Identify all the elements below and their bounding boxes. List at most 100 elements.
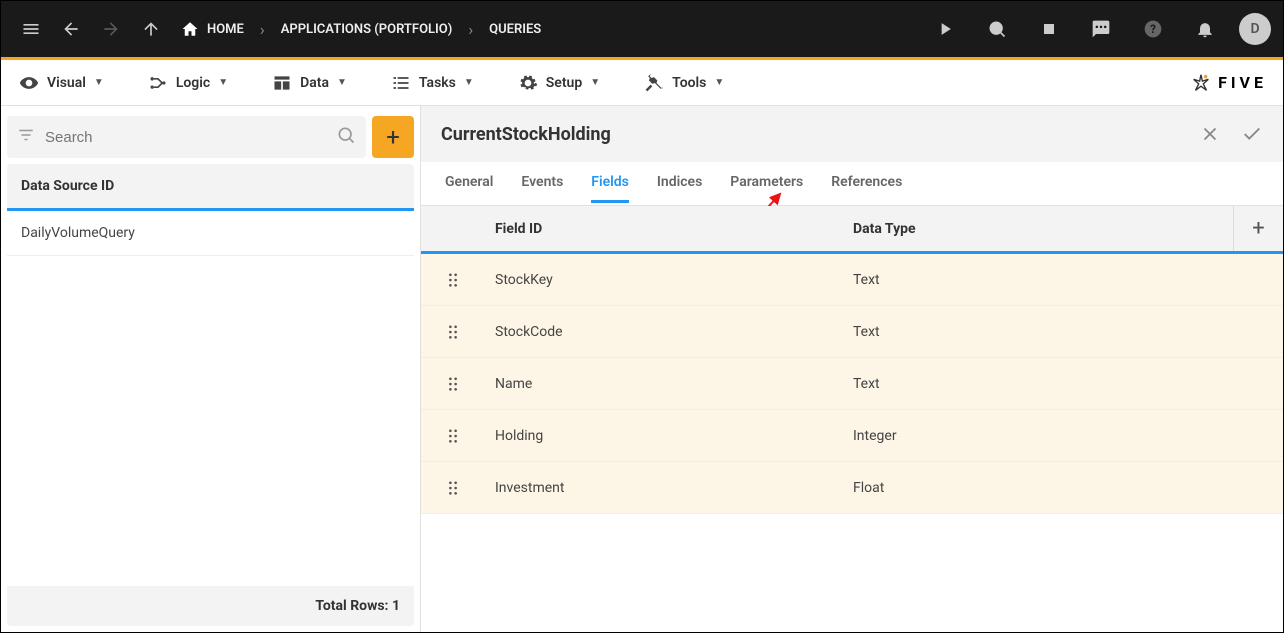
tab-references[interactable]: References xyxy=(831,164,902,203)
menu-label: Tasks xyxy=(419,75,456,91)
cell-data-type: Integer xyxy=(853,428,1233,444)
cell-data-type: Text xyxy=(853,376,1233,392)
menu-label: Visual xyxy=(47,75,86,91)
list-header: Data Source ID xyxy=(7,164,414,211)
cell-field-id: Holding xyxy=(485,428,853,444)
menu-label: Logic xyxy=(176,75,210,91)
menubar: Visual ▼ Logic ▼ Data ▼ Tasks ▼ Setup ▼ … xyxy=(1,60,1283,106)
drag-handle-icon[interactable] xyxy=(421,377,485,391)
topbar-left: HOME › APPLICATIONS (PORTFOLIO) › QUERIE… xyxy=(13,11,549,47)
breadcrumb-applications[interactable]: APPLICATIONS (PORTFOLIO) xyxy=(273,22,461,37)
content-actions xyxy=(1199,123,1263,145)
table-row[interactable]: StockCode Text xyxy=(421,306,1283,358)
bell-icon[interactable] xyxy=(1187,11,1223,47)
topbar: HOME › APPLICATIONS (PORTFOLIO) › QUERIE… xyxy=(1,1,1283,57)
breadcrumb-queries[interactable]: QUERIES xyxy=(481,22,549,37)
table-body: StockKey Text StockCode Text Name Text H… xyxy=(421,254,1283,514)
chevron-down-icon: ▼ xyxy=(714,77,724,88)
tab-general[interactable]: General xyxy=(445,164,493,203)
tabs: General Events Fields Indices Parameters… xyxy=(421,162,1283,206)
cell-field-id: StockCode xyxy=(485,324,853,340)
chevron-down-icon: ▼ xyxy=(590,77,600,88)
home-icon xyxy=(181,20,199,38)
content: CurrentStockHolding General Events Field… xyxy=(421,106,1283,632)
table-row[interactable]: Holding Integer xyxy=(421,410,1283,462)
menu-setup[interactable]: Setup ▼ xyxy=(508,67,610,99)
drag-handle-icon[interactable] xyxy=(421,429,485,443)
gear-icon xyxy=(518,73,538,93)
list-body: DailyVolumeQuery xyxy=(7,211,414,586)
search-icon[interactable] xyxy=(336,125,356,149)
search-wrench-icon[interactable] xyxy=(979,11,1015,47)
page-title: CurrentStockHolding xyxy=(441,124,611,145)
breadcrumb-label: QUERIES xyxy=(489,22,541,37)
list-footer: Total Rows: 1 xyxy=(7,586,414,626)
forward-icon[interactable] xyxy=(93,11,129,47)
menu-logic[interactable]: Logic ▼ xyxy=(138,67,238,99)
add-button[interactable]: + xyxy=(372,116,414,158)
menu-tools[interactable]: Tools ▼ xyxy=(634,67,734,99)
chevron-right-icon: › xyxy=(256,20,269,39)
stop-icon[interactable] xyxy=(1031,11,1067,47)
chevron-down-icon: ▼ xyxy=(337,77,347,88)
eye-icon xyxy=(19,73,39,93)
content-header: CurrentStockHolding xyxy=(421,106,1283,162)
avatar[interactable]: D xyxy=(1239,13,1271,45)
breadcrumb-label: APPLICATIONS (PORTFOLIO) xyxy=(281,22,453,37)
filter-icon[interactable] xyxy=(17,126,35,148)
check-icon xyxy=(1241,123,1263,145)
chevron-right-icon: › xyxy=(464,20,477,39)
table-icon xyxy=(272,73,292,93)
logic-icon xyxy=(148,73,168,93)
menu-label: Data xyxy=(300,75,329,91)
list-icon xyxy=(391,73,411,93)
close-icon xyxy=(1199,123,1221,145)
table-row[interactable]: Name Text xyxy=(421,358,1283,410)
drag-handle-icon[interactable] xyxy=(421,481,485,495)
menu-data[interactable]: Data ▼ xyxy=(262,67,357,99)
menu-tasks[interactable]: Tasks ▼ xyxy=(381,67,484,99)
col-data-type: Data Type xyxy=(853,221,1233,237)
brand-mark-icon xyxy=(1190,72,1212,94)
table-row[interactable]: Investment Float xyxy=(421,462,1283,514)
chevron-down-icon: ▼ xyxy=(218,77,228,88)
search-input[interactable] xyxy=(45,129,326,146)
table-head: Field ID Data Type + xyxy=(421,206,1283,254)
add-field-button[interactable]: + xyxy=(1233,206,1283,251)
search-box[interactable] xyxy=(7,116,366,158)
list-item-label: DailyVolumeQuery xyxy=(21,225,135,241)
list-item[interactable]: DailyVolumeQuery xyxy=(7,211,414,256)
chevron-down-icon: ▼ xyxy=(94,77,104,88)
drag-handle-icon[interactable] xyxy=(421,325,485,339)
close-button[interactable] xyxy=(1199,123,1221,145)
cell-field-id: Name xyxy=(485,376,853,392)
avatar-initial: D xyxy=(1250,21,1259,37)
tab-fields[interactable]: Fields xyxy=(591,164,629,203)
tab-indices[interactable]: Indices xyxy=(657,164,702,203)
back-icon[interactable] xyxy=(53,11,89,47)
help-icon[interactable]: ? xyxy=(1135,11,1171,47)
menu-visual[interactable]: Visual ▼ xyxy=(9,67,114,99)
svg-text:?: ? xyxy=(1150,22,1156,36)
table-row[interactable]: StockKey Text xyxy=(421,254,1283,306)
cell-data-type: Text xyxy=(853,324,1233,340)
menu-label: Tools xyxy=(672,75,706,91)
topbar-right: ? D xyxy=(927,11,1271,47)
breadcrumb-home[interactable]: HOME xyxy=(173,20,252,38)
up-icon[interactable] xyxy=(133,11,169,47)
plus-icon: + xyxy=(386,123,400,151)
drag-handle-icon[interactable] xyxy=(421,273,485,287)
menu-icon[interactable] xyxy=(13,11,49,47)
play-icon[interactable] xyxy=(927,11,963,47)
confirm-button[interactable] xyxy=(1241,123,1263,145)
plus-icon: + xyxy=(1252,216,1264,241)
main: + Data Source ID DailyVolumeQuery Total … xyxy=(1,106,1283,632)
chat-icon[interactable] xyxy=(1083,11,1119,47)
tab-parameters[interactable]: Parameters xyxy=(730,164,803,203)
breadcrumb-label: HOME xyxy=(207,22,244,37)
tools-icon xyxy=(644,73,664,93)
chevron-down-icon: ▼ xyxy=(464,77,474,88)
brand-label: FIVE xyxy=(1218,73,1267,92)
tab-events[interactable]: Events xyxy=(521,164,563,203)
search-row: + xyxy=(7,112,414,164)
